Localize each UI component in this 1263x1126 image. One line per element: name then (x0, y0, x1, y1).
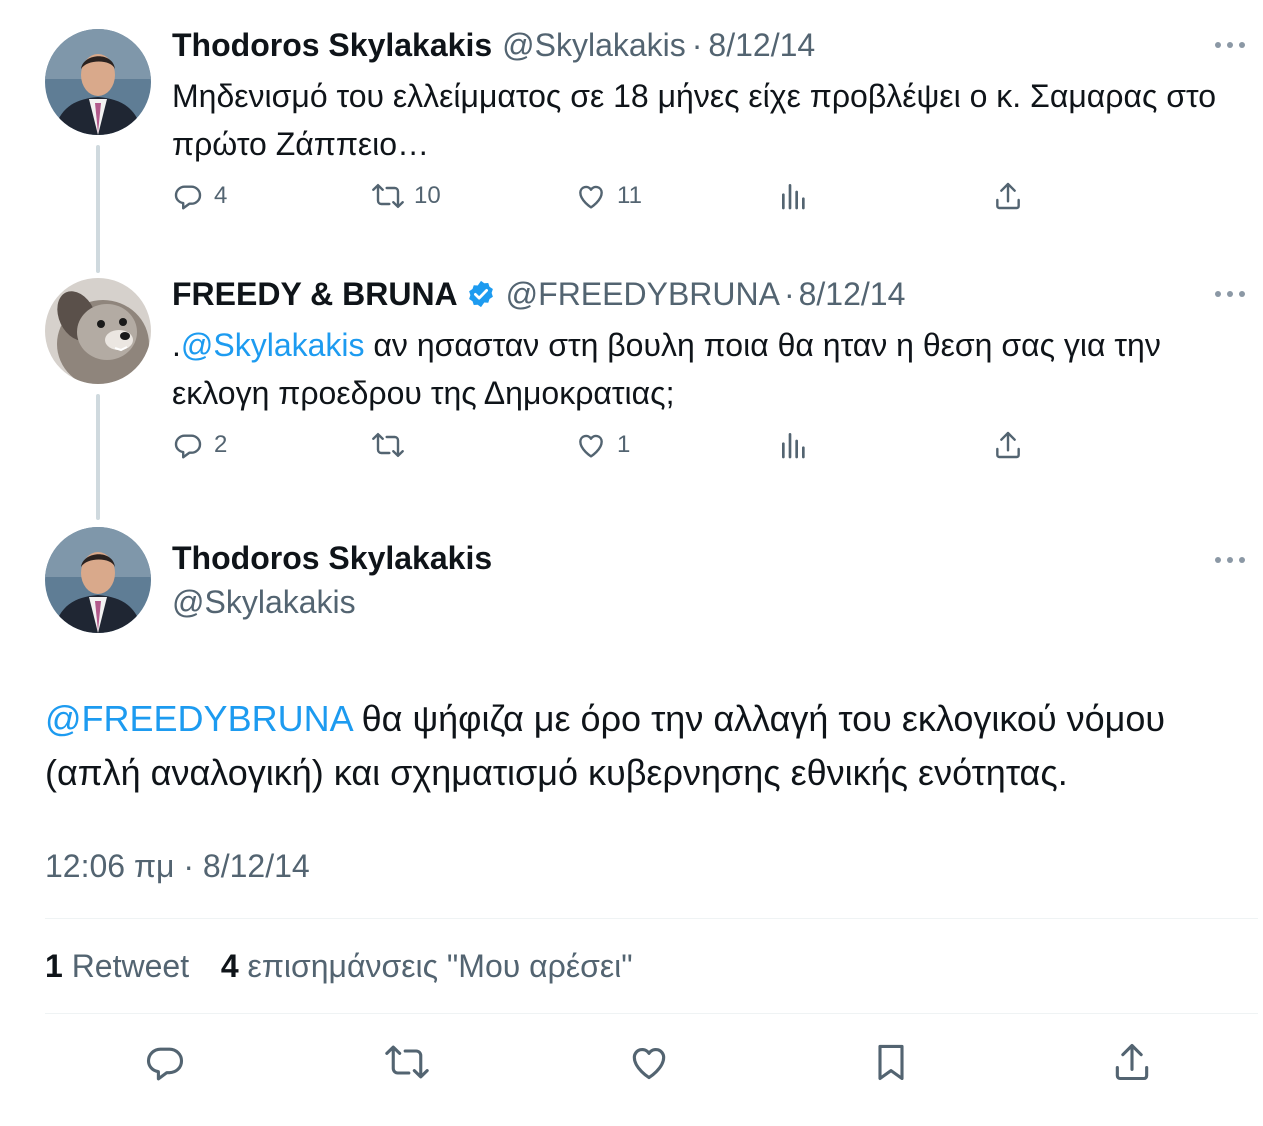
more-options-icon[interactable] (1215, 289, 1245, 299)
like-count: 1 (617, 431, 631, 458)
views-icon (782, 184, 805, 210)
reply-icon (174, 434, 202, 459)
retweet-button[interactable]: 10 (372, 180, 441, 212)
bookmark-button[interactable] (869, 1040, 913, 1084)
tweet-text: .@Skylakakis αν ησασταν στη βουλη ποια θ… (172, 321, 1242, 417)
tweet-header: Thodoros Skylakakis @Skylakakis · 8/12/1… (172, 25, 815, 65)
reply-count: 2 (214, 431, 228, 458)
reply-button[interactable] (143, 1040, 187, 1084)
like-label: επισημάνσεις "Μου αρέσει" (247, 948, 633, 984)
retweet-icon (385, 1045, 429, 1079)
retweet-count: 10 (414, 182, 441, 209)
text-prefix: . (172, 327, 181, 363)
bookmark-icon (878, 1044, 904, 1081)
reply-button[interactable]: 4 (172, 180, 227, 212)
divider (45, 1013, 1258, 1014)
reply-icon (146, 1047, 184, 1081)
author-handle[interactable]: @FREEDYBRUNA (506, 274, 780, 314)
reply-icon (174, 185, 202, 210)
retweet-button[interactable] (372, 429, 414, 461)
views-button[interactable] (778, 429, 810, 461)
tweet-actions: 2 1 (172, 429, 1052, 469)
avatar[interactable] (45, 278, 151, 384)
author-name[interactable]: Thodoros Skylakakis (172, 540, 492, 577)
author-handle[interactable]: @Skylakakis (502, 25, 686, 65)
tweet-date[interactable]: 8/12/14 (799, 274, 906, 314)
reply-button[interactable]: 2 (172, 429, 227, 461)
share-button[interactable] (992, 429, 1024, 461)
tweet-text: Μηδενισμό του ελλείμματος σε 18 μήνες εί… (172, 78, 1216, 162)
tweet-date[interactable]: 8/12/14 (708, 25, 815, 65)
tweet-actions: 4 10 11 (172, 180, 1052, 220)
share-button[interactable] (1110, 1040, 1154, 1084)
tweet-timestamp[interactable]: 12:06 πμ · 8/12/14 (45, 848, 310, 885)
retweet-label: Retweet (71, 948, 190, 984)
likes-stat[interactable]: 4 επισημάνσεις "Μου αρέσει" (221, 948, 633, 984)
like-icon (579, 185, 603, 209)
author-name[interactable]: FREEDY & BRUNA (172, 274, 458, 314)
author-name[interactable]: Thodoros Skylakakis (172, 25, 492, 65)
divider (45, 918, 1258, 919)
main-tweet-actions (0, 1040, 1263, 1090)
share-icon (996, 431, 1020, 459)
views-icon (782, 433, 805, 459)
retweets-stat[interactable]: 1 Retweet (45, 948, 189, 984)
like-icon (579, 434, 603, 458)
avatar[interactable] (45, 527, 151, 633)
retweet-count: 1 (45, 948, 63, 984)
author-handle[interactable]: @Skylakakis (172, 584, 356, 621)
mention-link[interactable]: @Skylakakis (181, 327, 365, 363)
share-icon (1115, 1043, 1149, 1081)
share-icon (996, 182, 1020, 210)
engagement-stats: 1 Retweet 4 επισημάνσεις "Μου αρέσει" (45, 948, 633, 985)
retweet-icon (372, 433, 404, 457)
avatar[interactable] (45, 29, 151, 135)
mention-link[interactable]: @FREEDYBRUNA (45, 698, 352, 739)
like-count: 11 (617, 182, 642, 209)
like-button[interactable]: 1 (575, 429, 630, 461)
tweet-header: FREEDY & BRUNA @FREEDYBRUNA · 8/12/14 (172, 274, 905, 314)
more-options-icon[interactable] (1215, 40, 1245, 50)
like-count: 4 (220, 948, 239, 984)
like-button[interactable] (627, 1040, 671, 1084)
views-button[interactable] (778, 180, 810, 212)
retweet-icon (372, 184, 404, 208)
more-options-icon[interactable] (1215, 555, 1245, 565)
reply-count: 4 (214, 182, 228, 209)
tweet[interactable]: Thodoros Skylakakis @Skylakakis · 8/12/1… (0, 25, 1263, 240)
separator: · (783, 276, 795, 312)
main-tweet-text: @FREEDYBRUNA θα ψήφιζα με όρο την αλλαγή… (45, 692, 1245, 800)
like-icon (632, 1048, 666, 1080)
verified-badge-icon (468, 280, 493, 308)
tweet[interactable]: FREEDY & BRUNA @FREEDYBRUNA · 8/12/14 .@… (0, 274, 1263, 489)
retweet-button[interactable] (385, 1040, 429, 1084)
separator: · (691, 27, 703, 63)
share-button[interactable] (992, 180, 1024, 212)
like-button[interactable]: 11 (575, 180, 642, 212)
